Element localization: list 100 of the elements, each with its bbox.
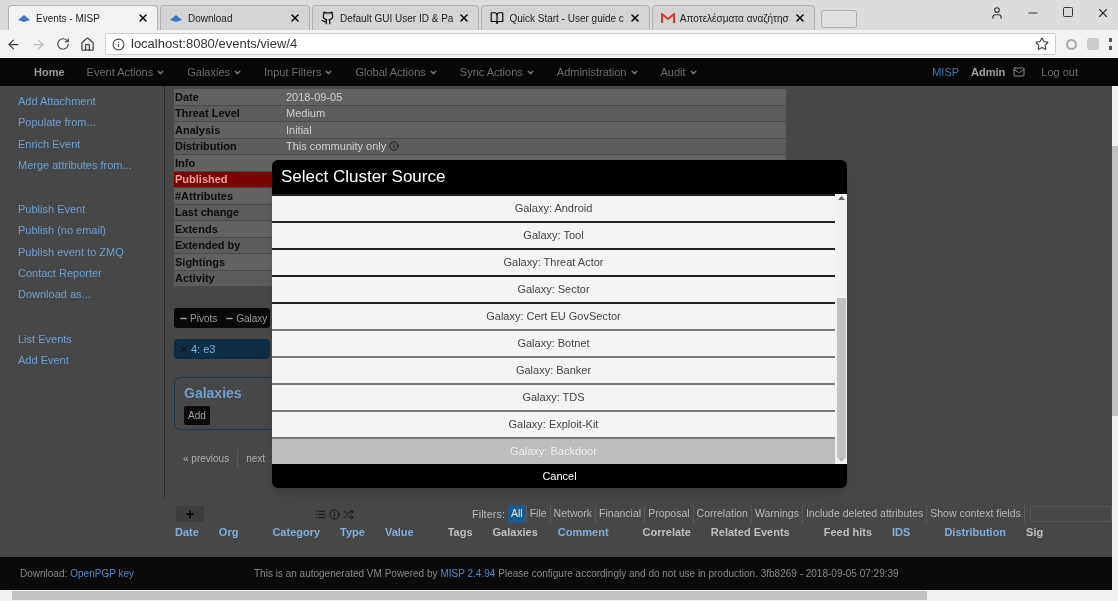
url-text: localhost:8080/events/view/4	[131, 35, 299, 54]
nav-menu-item[interactable]: Global Actions	[355, 63, 438, 81]
pivot-label: 4: e3	[191, 341, 216, 357]
column-header[interactable]: Type	[340, 523, 365, 541]
filter-tab[interactable]: Warnings	[751, 505, 803, 523]
close-icon[interactable]	[137, 12, 149, 24]
close-icon[interactable]	[793, 12, 806, 24]
info-icon	[112, 37, 125, 51]
nav-menu-item[interactable]: Event Actions	[86, 63, 166, 81]
bookmark-star-icon[interactable]	[1035, 37, 1049, 51]
sidebar-link[interactable]: Publish event to ZMQ	[18, 243, 140, 266]
tab-title: Quick Start - User guide c	[509, 11, 624, 26]
browser-tab[interactable]: Αποτελέσματα αναζήτησ	[651, 5, 815, 30]
reload-icon[interactable]	[56, 37, 70, 51]
menu-icon[interactable]	[1109, 38, 1112, 50]
nav-menu-item[interactable]: Audit	[660, 63, 698, 81]
cancel-button[interactable]: Cancel	[272, 464, 847, 488]
tab-title: Αποτελέσματα αναζήτησ	[679, 11, 789, 26]
sidebar-link[interactable]: Merge attributes from...	[18, 156, 140, 179]
tab-title: Default GUI User ID & Pa	[340, 11, 454, 26]
browser-tab[interactable]: Quick Start - User guide c	[481, 5, 650, 30]
brand-link[interactable]: MISP	[932, 63, 960, 81]
nav-menu-item[interactable]: Home	[34, 63, 65, 81]
search-field[interactable]	[1029, 506, 1112, 522]
pivot-chip[interactable]: 4: e3	[174, 339, 270, 359]
nav-menu-item[interactable]: Input Filters	[264, 63, 334, 81]
sidebar-link[interactable]: Enrich Event	[18, 135, 140, 157]
column-header: Related Events	[710, 524, 790, 540]
column-header: Feed hits	[823, 524, 873, 540]
close-icon[interactable]	[1096, 6, 1110, 20]
sidebar-link[interactable]: Download as...	[18, 286, 140, 308]
logout-link[interactable]: Log out	[1041, 63, 1078, 81]
nav-menu-item[interactable]: Administration	[556, 63, 639, 81]
filter-tab[interactable]: All	[508, 505, 527, 523]
pagination-link[interactable]: « previous	[175, 449, 239, 467]
scroll-up-icon[interactable]	[837, 196, 845, 200]
toggle-link[interactable]: Pivots	[179, 310, 218, 326]
column-header: Sig	[1026, 524, 1044, 540]
filter-tab[interactable]: Financial	[596, 505, 646, 523]
filters-label: Filters:	[472, 506, 505, 522]
toggle-link[interactable]: Galaxy	[225, 310, 268, 326]
logo-icon	[169, 13, 183, 23]
logo-icon	[17, 13, 31, 23]
close-icon[interactable]	[458, 12, 471, 24]
sidebar-link[interactable]: Populate from...	[18, 114, 140, 136]
sidebar-link[interactable]: Publish Event	[18, 201, 140, 223]
maximize-icon[interactable]	[1062, 6, 1074, 18]
mail-icon[interactable]	[1013, 66, 1026, 78]
user-link[interactable]: Admin	[971, 63, 1006, 81]
field-value: This community only	[285, 139, 387, 154]
field-label: Activity	[174, 271, 216, 286]
column-header[interactable]: Distribution	[944, 523, 1007, 541]
add-button[interactable]: Add	[184, 406, 210, 425]
tab-title: Download	[188, 11, 234, 26]
field-label: Distribution	[174, 139, 238, 154]
column-header: Galaxies	[492, 524, 538, 540]
filter-tab[interactable]: Correlation	[693, 505, 752, 523]
field-value: Medium	[285, 106, 326, 121]
filter-tab[interactable]: Proposal	[645, 505, 694, 523]
column-header[interactable]: Value	[384, 523, 414, 541]
filter-tab[interactable]: Include deleted attributes	[802, 505, 928, 523]
nav-menu-item[interactable]: Galaxies	[187, 63, 242, 81]
horizontal-scrollbar[interactable]	[0, 590, 1112, 601]
book-icon	[490, 11, 505, 25]
field-label: Extends	[174, 221, 219, 237]
close-icon[interactable]	[289, 12, 301, 24]
filter-tab[interactable]: Show context fields	[927, 505, 1025, 523]
browser-tab[interactable]: Events - MISP	[8, 5, 158, 30]
key-link[interactable]: OpenPGP key	[70, 566, 134, 581]
browser-tab[interactable]: Default GUI User ID & Pa	[312, 5, 480, 30]
column-header[interactable]: Date	[175, 523, 199, 541]
nav-menu-item[interactable]: Sync Actions	[459, 63, 535, 81]
field-label: Last change	[174, 205, 241, 220]
column-header[interactable]: Comment	[557, 523, 609, 541]
version-link[interactable]: MISP 2.4.94	[440, 566, 496, 581]
column-header[interactable]: Org	[218, 523, 239, 541]
field-label: Info	[174, 155, 197, 171]
back-icon[interactable]	[6, 36, 21, 52]
github-icon	[321, 11, 335, 25]
field-label: Date	[174, 89, 200, 105]
panel-heading: Galaxies	[184, 386, 243, 400]
column-header[interactable]: IDS	[892, 523, 911, 541]
field-label: Extended by	[174, 238, 242, 253]
sidebar-link[interactable]: Contact Reporter	[18, 265, 140, 287]
list-scrollbar[interactable]	[835, 194, 847, 464]
close-icon[interactable]	[628, 12, 641, 24]
sidebar-link[interactable]: Add Attachment	[18, 93, 140, 115]
vertical-scrollbar[interactable]	[1112, 86, 1118, 601]
filter-tab[interactable]: File	[526, 505, 551, 523]
filter-tab[interactable]: Network	[550, 505, 597, 523]
address-field[interactable]: localhost:8080/events/view/4	[105, 33, 1056, 55]
profile-icon[interactable]	[990, 6, 1004, 20]
footer-notice-text: Please configure accordingly and do not use in production. 3fb8269 - 2018-09-05 07:29:39	[498, 567, 899, 581]
home-icon[interactable]	[80, 36, 95, 52]
browser-tab[interactable]: Download	[160, 5, 310, 30]
sidebar-link[interactable]: List Events	[18, 330, 140, 352]
sidebar-link[interactable]: Add Event	[18, 351, 140, 374]
tab-title: Events - MISP	[36, 11, 101, 26]
sidebar-link[interactable]: Publish (no email)	[18, 222, 140, 244]
column-header[interactable]: Category	[272, 523, 321, 541]
